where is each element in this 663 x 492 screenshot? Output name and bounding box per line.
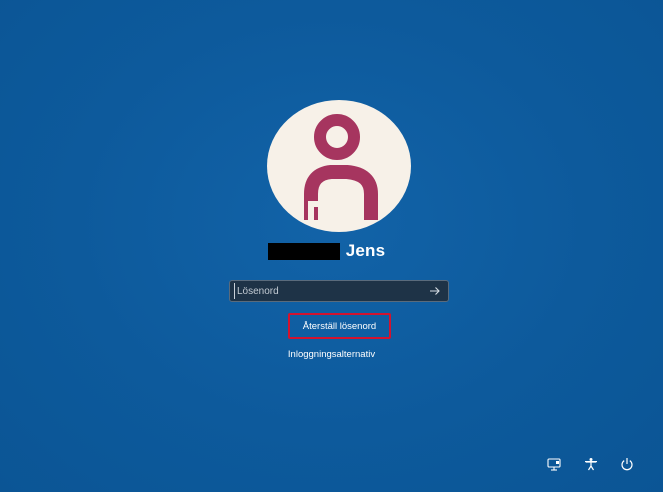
user-name: Jens — [345, 241, 386, 260]
user-name-row: Jens — [0, 238, 663, 264]
power-button[interactable] — [619, 456, 635, 472]
accessibility-button[interactable] — [583, 456, 599, 472]
network-button[interactable] — [546, 456, 562, 472]
arrow-right-icon — [430, 287, 440, 295]
user-avatar — [267, 100, 411, 232]
signin-options-link[interactable]: Inloggningsalternativ — [0, 349, 663, 360]
reset-password-label: Återställ lösenord — [302, 320, 377, 332]
user-avatar-icon — [304, 114, 378, 220]
lock-screen-background: Jens Återställ lösenord Inloggningsalter… — [0, 0, 663, 492]
redacted-surname — [267, 242, 340, 260]
password-box[interactable] — [229, 280, 449, 302]
submit-arrow-button[interactable] — [428, 284, 442, 298]
password-field[interactable] — [234, 283, 417, 299]
accessibility-icon — [585, 458, 597, 471]
signin-options-label: Inloggningsalternativ — [287, 349, 376, 360]
network-icon — [547, 457, 561, 471]
power-icon — [621, 458, 633, 471]
reset-password-link[interactable]: Återställ lösenord — [288, 313, 391, 339]
